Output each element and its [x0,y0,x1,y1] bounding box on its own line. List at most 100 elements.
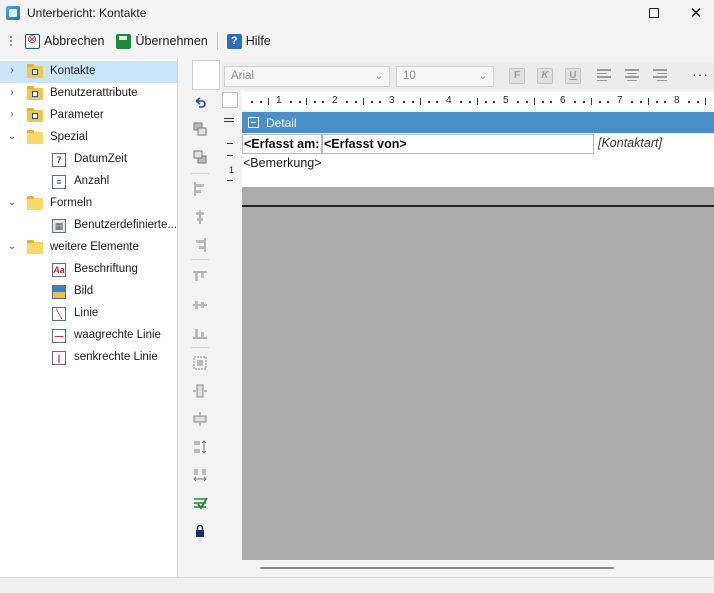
tree-item-kontakte[interactable]: › Kontakte [0,61,177,83]
field-kontaktart[interactable]: [Kontaktart] [597,134,714,154]
tree-item-weitere-elemente[interactable]: ⌄ weitere Elemente [0,237,177,259]
format-bar-corner [192,60,220,90]
ruler-label: 4 [446,95,452,106]
toolstrip-separator [191,259,209,260]
detail-band[interactable]: <Erfasst am: <Erfasst von> [Kontaktart] … [242,133,714,207]
tree-item-label: Bild [74,285,94,297]
tree-item-bild[interactable]: Bild [0,281,177,303]
text-align-center-icon[interactable] [625,69,639,82]
ruler-label: 6 [560,95,566,106]
folder-open-icon [27,196,43,210]
chevron-down-icon[interactable]: ⌄ [7,132,17,142]
same-size-icon[interactable] [192,355,208,371]
tree-item-waagrechte-linie[interactable]: — waagrechte Linie [0,325,177,347]
vertical-line-icon: | [52,351,66,365]
label-icon: Aa [52,263,66,277]
toolstrip-separator [191,173,209,174]
close-button[interactable]: ✕ [673,0,714,25]
field-erfasst-von[interactable]: <Erfasst von> [322,134,594,154]
chevron-down-icon[interactable]: ⌄ [7,242,17,252]
apply-label: Übernehmen [135,34,208,48]
font-size-combo[interactable]: 10 ⌄ [396,66,494,87]
same-height-icon[interactable] [192,411,208,427]
help-label: Hilfe [245,34,271,48]
collapse-icon[interactable] [248,117,259,128]
bold-button[interactable]: F [509,68,525,84]
cancel-button[interactable]: Abbrechen [22,30,107,52]
horizontal-scrollbar[interactable] [242,560,714,577]
align-bottom-icon[interactable] [192,325,208,341]
chevron-down-icon: ⌄ [478,71,487,82]
tree-item-label: weitere Elemente [50,241,139,253]
toolbar-grip-icon[interactable] [9,35,13,47]
more-options-icon[interactable]: ··· [692,66,709,82]
window-title: Unterbericht: Kontakte [27,5,147,20]
chevron-right-icon[interactable]: › [7,88,17,98]
tree-item-label: waagrechte Linie [74,329,161,341]
band-title: Detail [266,115,297,130]
maximize-icon [649,7,659,18]
ruler-corner [222,92,238,108]
align-right-icon[interactable] [192,237,208,253]
underline-button[interactable]: U [565,68,581,84]
font-name-value: Arial [231,70,255,82]
apply-button[interactable]: Übernehmen [113,30,210,52]
tree-item-label: Linie [74,307,99,319]
help-icon: ? [226,33,242,49]
tree-item-label: Benutzerdefinierte... [74,219,177,231]
tree-item-anzahl[interactable]: ≡ Anzahl [0,171,177,193]
report-design-surface[interactable]: Detail <Erfasst am: <Erfasst von> [Konta… [242,112,714,560]
field-erfasst-am[interactable]: <Erfasst am: [242,134,322,154]
vertical-spacing-icon[interactable] [192,439,208,455]
maximize-button[interactable] [631,0,677,25]
tree-item-beschriftung[interactable]: Aa Beschriftung [0,259,177,281]
count-icon: ≡ [52,175,66,189]
cancel-label: Abbrechen [44,34,105,48]
tree-item-spezial[interactable]: ⌄ Spezial [0,127,177,149]
tree-item-linie[interactable]: ╲ Linie [0,303,177,325]
tree-item-benutzerattribute[interactable]: › Benutzerattribute [0,83,177,105]
tree-item-datumzeit[interactable]: 7 DatumZeit [0,149,177,171]
folder-open-icon [27,130,43,144]
chevron-down-icon[interactable]: ⌄ [7,198,17,208]
align-middle-icon[interactable] [192,297,208,313]
align-center-icon[interactable] [192,209,208,225]
tree-item-formeln[interactable]: ⌄ Formeln [0,193,177,215]
bring-to-front-icon[interactable] [192,121,208,137]
chevron-right-icon[interactable]: › [7,110,17,120]
checklist-icon[interactable] [192,495,208,511]
chevron-down-icon: ⌄ [374,71,383,82]
undo-icon[interactable] [192,95,208,111]
vruler-label: 1 [229,165,235,175]
text-align-right-icon[interactable] [653,69,667,82]
band-handle-icon[interactable] [224,118,234,119]
horizontal-line-icon: — [52,329,66,343]
tree-item-senkrechte-linie[interactable]: | senkrechte Linie [0,347,177,369]
calculator-icon: ▦ [52,219,66,233]
tree-item-parameter[interactable]: › Parameter [0,105,177,127]
text-align-left-icon[interactable] [597,69,611,82]
send-to-back-icon[interactable] [192,149,208,165]
detail-band-header[interactable]: Detail [242,112,714,133]
folder-icon [27,64,43,78]
tree-item-label: Parameter [50,109,104,121]
field-tree: › Kontakte › Benutzerattribute › Paramet… [0,59,178,577]
horizontal-spacing-icon[interactable] [192,467,208,483]
tree-item-label: Beschriftung [74,263,138,275]
align-top-icon[interactable] [192,269,208,285]
close-icon: ✕ [689,4,703,22]
app-icon [6,5,20,20]
help-button[interactable]: ? Hilfe [224,30,274,52]
italic-button[interactable]: K [537,68,553,84]
vertical-ruler: 1 [222,110,240,577]
same-width-icon[interactable] [192,383,208,399]
chevron-right-icon[interactable]: › [7,66,17,76]
field-bemerkung[interactable]: <Bemerkung> [242,154,442,174]
align-left-icon[interactable] [192,181,208,197]
ruler-label: 8 [674,95,680,106]
tree-item-benutzerdefinierte[interactable]: ▦ Benutzerdefinierte... [0,215,177,237]
lock-icon[interactable] [192,523,208,539]
band-bottom-line [242,205,714,207]
font-name-combo[interactable]: Arial ⌄ [224,66,390,87]
scrollbar-thumb[interactable] [260,567,614,569]
